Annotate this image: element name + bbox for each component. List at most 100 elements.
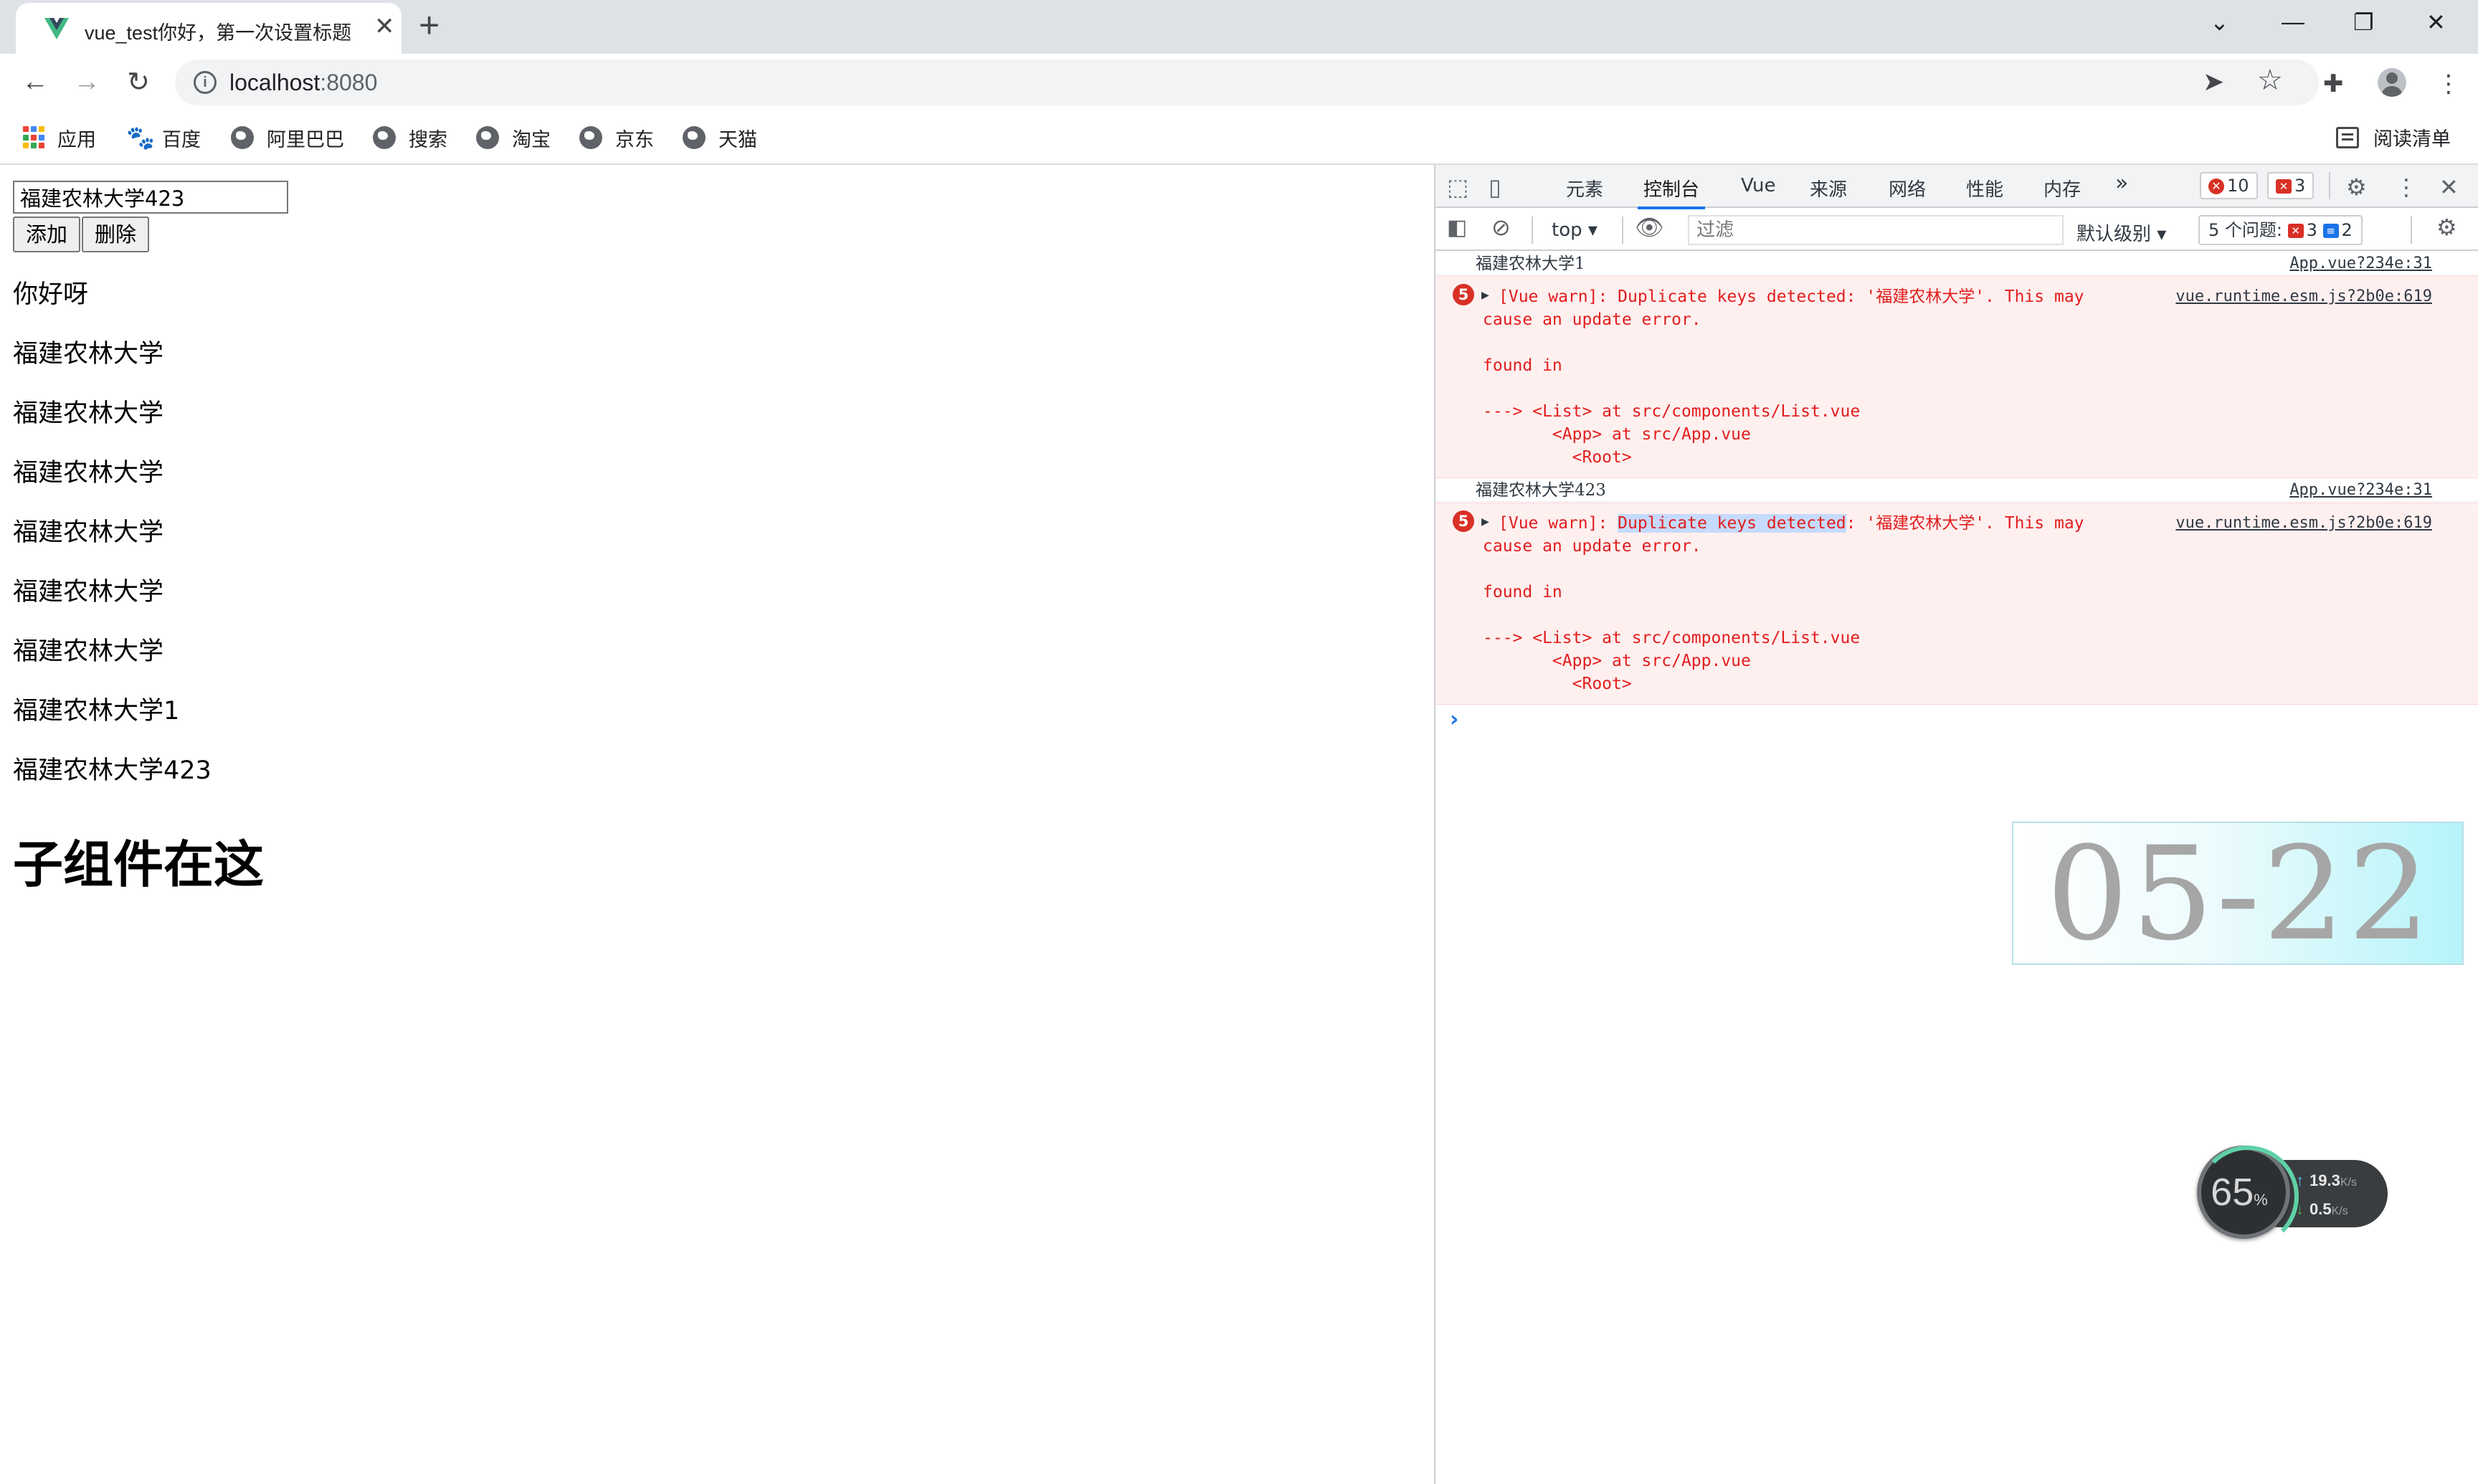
bookmarks-bar: 应用 🐾 百度 阿里巴巴 搜索 淘宝 京东 天猫 阅读清单: [0, 113, 2478, 165]
warn-line-2: cause an update error.: [1483, 537, 1701, 556]
window-close-button[interactable]: ✕: [2426, 9, 2446, 36]
site-info-icon[interactable]: i: [194, 71, 217, 94]
list-item: 福建农林大学: [13, 340, 164, 368]
globe-icon: [476, 126, 499, 149]
tab-network[interactable]: 网络: [1889, 175, 1926, 201]
sidebar-toggle-icon[interactable]: ◧: [1447, 215, 1467, 240]
more-tabs-icon[interactable]: »: [2115, 171, 2128, 196]
apps-grid-icon: [23, 126, 44, 149]
browser-toolbar: ← → ↻ i localhost:8080 ➤ ☆ ✚ ⋮: [0, 54, 2478, 113]
new-tab-button[interactable]: +: [419, 4, 440, 46]
list-item: 福建农林大学: [13, 578, 164, 607]
forward-button[interactable]: →: [69, 64, 105, 100]
log-levels-dropdown[interactable]: 默认级别 ▾: [2076, 219, 2166, 246]
error-count-badge[interactable]: ✕ 10: [2200, 172, 2258, 199]
upload-arrow-icon: ↑: [2296, 1171, 2304, 1189]
back-button[interactable]: ←: [17, 64, 53, 100]
log-source-link[interactable]: App.vue?234e:31: [2289, 252, 2432, 275]
bookmark-baidu[interactable]: 🐾 百度: [126, 123, 201, 152]
warn-line-6: <Root>: [1483, 675, 1632, 693]
tab-sources[interactable]: 来源: [1810, 175, 1847, 201]
console-settings-gear-icon[interactable]: ⚙: [2436, 214, 2457, 241]
bookmark-star-icon[interactable]: ☆: [2257, 64, 2283, 97]
log-message: 福建农林大学1: [1476, 255, 1585, 273]
levels-label: 默认级别: [2076, 224, 2152, 245]
list-item: 福建农林大学: [13, 518, 164, 547]
issues-button[interactable]: 5 个问题: ✕ 3 ≡ 2: [2198, 215, 2363, 245]
live-expression-eye-icon[interactable]: 👁: [1635, 214, 1664, 241]
tab-elements[interactable]: 元素: [1566, 175, 1603, 201]
reading-list-icon: [2336, 126, 2359, 148]
tab-console[interactable]: 控制台: [1637, 175, 1706, 209]
menu-kebab-icon[interactable]: ⋮: [2436, 70, 2461, 98]
address-url[interactable]: localhost:8080: [229, 70, 377, 96]
log-source-link[interactable]: App.vue?234e:31: [2289, 479, 2432, 502]
minimize-button[interactable]: —: [2282, 9, 2304, 35]
warn-source-link[interactable]: vue.runtime.esm.js?2b0e:619: [2175, 285, 2432, 308]
warn-line-4: ---> <List> at src/components/List.vue: [1483, 629, 1861, 647]
tab-title: vue_test你好，第一次设置标题: [85, 22, 352, 44]
bookmark-jd[interactable]: 京东: [579, 123, 654, 152]
inspect-element-icon[interactable]: ⬚: [1447, 173, 1468, 201]
add-button[interactable]: 添加: [13, 217, 81, 252]
send-tab-icon[interactable]: ➤: [2203, 67, 2224, 97]
expand-triangle-icon[interactable]: ▶: [1481, 510, 1489, 533]
bookmark-alibaba[interactable]: 阿里巴巴: [231, 123, 344, 152]
bookmark-apps[interactable]: 应用: [23, 123, 96, 152]
error-circle-icon: ✕: [2208, 179, 2224, 194]
context-selector[interactable]: top ▾: [1552, 219, 1598, 241]
percent-unit: %: [2254, 1191, 2268, 1209]
list-item: 福建农林大学: [13, 637, 164, 666]
reading-list-label: 阅读清单: [2373, 128, 2451, 150]
warn-rest: : '福建农林大学'. This may: [1846, 514, 2084, 533]
tab-memory[interactable]: 内存: [2043, 175, 2081, 201]
devtools-close-icon[interactable]: ✕: [2439, 173, 2459, 201]
devtools-menu-icon[interactable]: ⋮: [2395, 173, 2418, 201]
issues-info: 2: [2341, 220, 2353, 240]
warn-line-5: <App> at src/App.vue: [1483, 425, 1751, 444]
console-warning-row[interactable]: 5 ▶ [Vue warn]: Duplicate keys detected:…: [1435, 503, 2478, 705]
console-toolbar: ◧ ⊘ top ▾ 👁 默认级别 ▾ 5 个问题: ✕3 ≡2 ⚙: [1435, 209, 2478, 251]
todo-input[interactable]: [13, 181, 288, 214]
tab-performance[interactable]: 性能: [1966, 175, 2003, 201]
address-bar[interactable]: i localhost:8080 ➤ ☆: [175, 60, 2319, 105]
tab-vue[interactable]: Vue: [1741, 175, 1776, 196]
reload-button[interactable]: ↻: [120, 64, 156, 100]
extensions-puzzle-icon[interactable]: ✚: [2323, 70, 2344, 98]
browser-tab[interactable]: vue_test你好，第一次设置标题 ✕: [16, 3, 402, 54]
reading-list-button[interactable]: 阅读清单: [2336, 123, 2451, 151]
tab-close-icon[interactable]: ✕: [374, 14, 395, 39]
list-item: 福建农林大学1: [13, 697, 180, 726]
bookmark-label: 百度: [162, 128, 201, 151]
network-speed-widget[interactable]: 65% ↑ 19.3K/s ↓ 0.5K/s: [2197, 1146, 2391, 1247]
bookmark-label: 淘宝: [512, 128, 551, 151]
bookmark-taobao[interactable]: 淘宝: [476, 123, 551, 152]
clear-console-icon[interactable]: ⊘: [1491, 214, 1511, 241]
profile-avatar[interactable]: [2378, 68, 2406, 97]
console-log-row: 福建农林大学423 App.vue?234e:31: [1435, 479, 2478, 502]
console-log-row: 福建农林大学1 App.vue?234e:31: [1435, 252, 2478, 275]
url-port: :8080: [320, 70, 378, 95]
warn-line-5: <App> at src/App.vue: [1483, 652, 1751, 670]
issues-label: 5 个问题:: [2208, 220, 2282, 240]
warn-source-link[interactable]: vue.runtime.esm.js?2b0e:619: [2175, 512, 2432, 535]
console-warning-row[interactable]: 5 ▶ [Vue warn]: Duplicate keys detected:…: [1435, 276, 2478, 478]
warn-line-3: found in: [1483, 583, 1562, 601]
bookmark-tmall[interactable]: 天猫: [683, 123, 757, 152]
issues-errors: 3: [2306, 220, 2317, 240]
warn-rest: Duplicate keys detected: '福建农林大学'. This …: [1618, 287, 2084, 306]
warn-highlight: Duplicate keys detected: [1618, 514, 1846, 533]
repeat-count-badge: 5: [1453, 284, 1474, 305]
console-prompt[interactable]: ›: [1450, 707, 1458, 732]
tab-search-dropdown-icon[interactable]: ⌄: [2210, 9, 2229, 36]
bookmark-search[interactable]: 搜索: [373, 123, 447, 152]
warn-line-1: [Vue warn]: Duplicate keys detected: '福建…: [1499, 512, 2084, 535]
device-toolbar-icon[interactable]: ▯: [1489, 173, 1501, 201]
date-widget: 05-22: [2012, 822, 2464, 965]
issue-count-badge[interactable]: ✕ 3: [2267, 172, 2315, 199]
console-filter-input[interactable]: [1688, 215, 2064, 245]
expand-triangle-icon[interactable]: ▶: [1481, 284, 1489, 307]
settings-gear-icon[interactable]: ⚙: [2346, 173, 2367, 201]
delete-button[interactable]: 删除: [82, 217, 150, 252]
restore-button[interactable]: ❐: [2353, 9, 2374, 36]
